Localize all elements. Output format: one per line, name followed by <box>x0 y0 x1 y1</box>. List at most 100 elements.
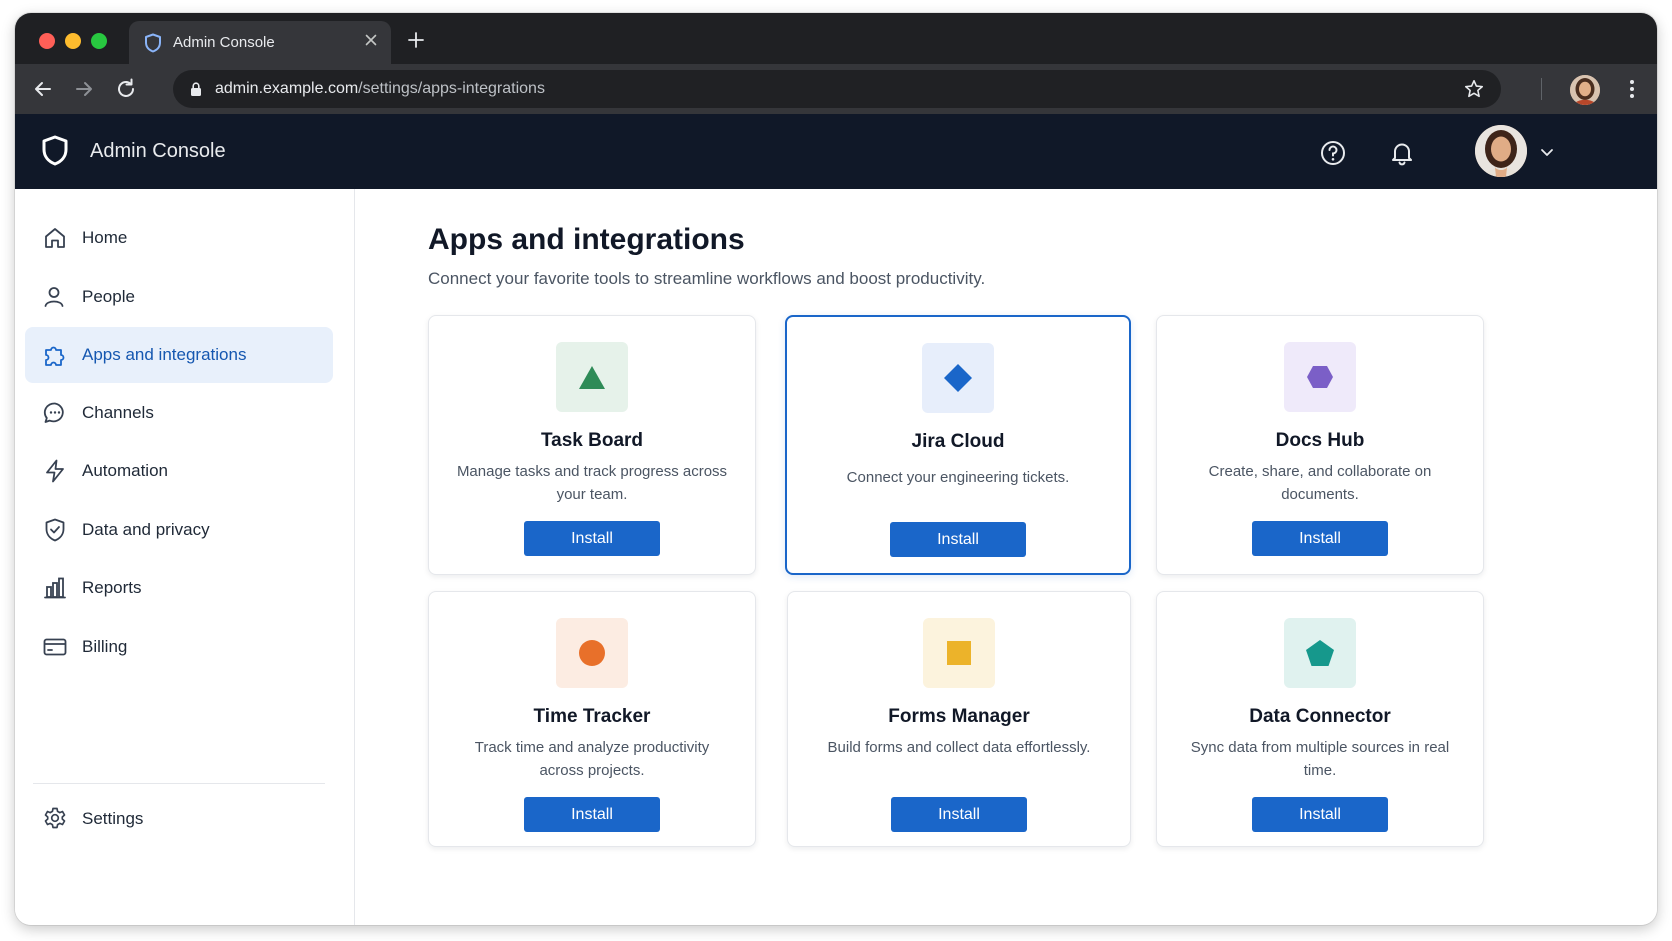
help-icon[interactable] <box>1319 139 1347 167</box>
install-button[interactable]: Install <box>524 521 660 556</box>
sidebar-item-label: Apps and integrations <box>82 345 247 364</box>
credit-card-icon <box>43 638 67 656</box>
forward-arrow-icon[interactable] <box>72 77 96 101</box>
browser-tab[interactable]: Admin Console <box>129 21 391 64</box>
app-tile <box>922 343 994 413</box>
url-domain: admin.example.com <box>215 80 359 97</box>
app-description: Sync data from multiple sources in real … <box>1190 739 1450 779</box>
app-description: Track time and analyze productivity acro… <box>474 739 710 779</box>
new-tab-icon[interactable] <box>407 31 425 49</box>
close-window-button[interactable] <box>39 33 55 49</box>
maximize-window-button[interactable] <box>91 33 107 49</box>
sidebar-item-channels[interactable]: Channels <box>25 385 333 441</box>
person-icon <box>44 287 64 307</box>
app-name: Docs Hub <box>1275 430 1365 451</box>
close-icon[interactable] <box>363 32 379 48</box>
page-title: Apps and integrations <box>428 223 745 256</box>
app-tile <box>1284 618 1356 688</box>
sidebar-divider <box>33 783 325 784</box>
sidebar-item-label: Home <box>82 228 128 247</box>
user-avatar[interactable] <box>1475 125 1527 177</box>
more-vertical-icon[interactable] <box>1620 77 1644 101</box>
reload-icon[interactable] <box>114 77 138 101</box>
browser-window: Admin Console admin.example.com/settings… <box>15 13 1657 925</box>
back-arrow-icon[interactable] <box>31 77 55 101</box>
sidebar-nav: Home People Apps and integrations Channe… <box>15 189 355 925</box>
app-name: Jira Cloud <box>911 431 1005 452</box>
app-name: Forms Manager <box>888 706 1030 727</box>
lightning-icon <box>46 459 64 483</box>
bell-icon[interactable] <box>1388 139 1416 167</box>
sidebar-item-automation[interactable]: Automation <box>25 443 333 499</box>
app-description: Create, share, and collaborate on docume… <box>1208 463 1432 503</box>
toolbar-divider <box>1541 78 1542 100</box>
app-card-docs-hub[interactable]: Docs Hub Create, share, and collaborate … <box>1156 315 1484 575</box>
browser-toolbar: admin.example.com/settings/apps-integrat… <box>15 64 1657 114</box>
home-icon <box>45 228 65 248</box>
shield-check-icon <box>45 518 65 542</box>
page-subtitle: Connect your favorite tools to streamlin… <box>428 269 986 288</box>
install-button[interactable]: Install <box>891 797 1027 832</box>
profile-photo-icon <box>1570 75 1600 105</box>
app-tile <box>1284 342 1356 412</box>
lock-icon <box>191 82 201 96</box>
sidebar-item-label: Automation <box>82 461 168 480</box>
app-header: Admin Console <box>15 114 1657 189</box>
browser-profile-avatar[interactable] <box>1570 75 1600 105</box>
hexagon-icon <box>1307 366 1333 388</box>
url-path: /settings/apps-integrations <box>358 80 545 97</box>
tab-strip: Admin Console <box>15 13 1657 64</box>
chevron-down-icon[interactable] <box>1539 144 1555 160</box>
sidebar-item-people[interactable]: People <box>25 269 333 325</box>
chat-icon <box>43 402 64 423</box>
user-photo-icon <box>1475 125 1527 177</box>
sidebar-item-label: People <box>82 287 135 306</box>
bar-chart-icon <box>44 577 66 599</box>
app-card-time-tracker[interactable]: Time Tracker Track time and analyze prod… <box>428 591 756 847</box>
sidebar-item-label: Billing <box>82 637 128 656</box>
puzzle-icon <box>45 346 65 366</box>
app-card-jira-cloud[interactable]: Jira Cloud Connect your engineering tick… <box>785 315 1131 575</box>
main-content: Apps and integrations Connect your favor… <box>356 189 1657 925</box>
square-icon <box>947 641 971 665</box>
install-button[interactable]: Install <box>1252 521 1388 556</box>
pentagon-icon <box>1306 640 1334 666</box>
address-bar[interactable]: admin.example.com/settings/apps-integrat… <box>173 70 1501 108</box>
sidebar-item-data-and-privacy[interactable]: Data and privacy <box>25 502 333 558</box>
app-name: Data Connector <box>1249 706 1391 727</box>
install-button[interactable]: Install <box>890 522 1026 557</box>
sidebar-item-label: Data and privacy <box>82 520 210 539</box>
app-description: Manage tasks and track progress across y… <box>456 463 728 503</box>
tab-title: Admin Console <box>173 34 275 51</box>
app-description: Connect your engineering tickets. <box>846 469 1070 486</box>
sidebar-item-label: Channels <box>82 403 154 422</box>
app-name: Task Board <box>540 430 644 451</box>
app-description: Build forms and collect data effortlessl… <box>827 739 1091 756</box>
minimize-window-button[interactable] <box>65 33 81 49</box>
app-card-task-board[interactable]: Task Board Manage tasks and track progre… <box>428 315 756 575</box>
sidebar-item-billing[interactable]: Billing <box>25 619 333 675</box>
url-text: admin.example.com/settings/apps-integrat… <box>215 80 545 98</box>
diamond-icon <box>944 364 972 392</box>
app-card-data-connector[interactable]: Data Connector Sync data from multiple s… <box>1156 591 1484 847</box>
install-button[interactable]: Install <box>1252 797 1388 832</box>
app-card-forms-manager[interactable]: Forms Manager Build forms and collect da… <box>787 591 1131 847</box>
sidebar-item-label: Settings <box>82 809 144 828</box>
sidebar-item-reports[interactable]: Reports <box>25 560 333 616</box>
app-name: Time Tracker <box>533 706 651 727</box>
app-title: Admin Console <box>90 140 226 162</box>
sidebar-item-apps-and-integrations[interactable]: Apps and integrations <box>25 327 333 383</box>
install-button[interactable]: Install <box>524 797 660 832</box>
sidebar-item-settings[interactable]: Settings <box>25 791 333 847</box>
sidebar-item-home[interactable]: Home <box>25 210 333 266</box>
app-tile <box>923 618 995 688</box>
shield-logo-icon <box>42 135 68 166</box>
star-icon[interactable] <box>1463 78 1485 100</box>
app-tile <box>556 342 628 412</box>
sidebar-item-label: Reports <box>82 578 142 597</box>
circle-icon <box>579 640 605 666</box>
triangle-icon <box>579 366 605 389</box>
shield-icon <box>145 33 161 53</box>
gear-icon <box>44 807 66 829</box>
app-tile <box>556 618 628 688</box>
